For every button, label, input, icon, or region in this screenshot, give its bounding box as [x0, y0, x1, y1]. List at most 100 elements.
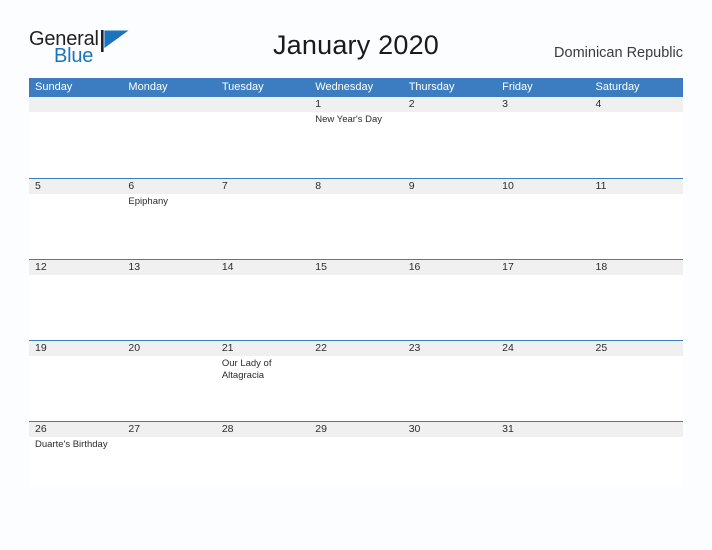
- calendar-day-cell[interactable]: 3: [496, 97, 590, 178]
- calendar-day-cell[interactable]: 17: [496, 260, 590, 340]
- calendar-day-cell[interactable]: 25: [589, 341, 683, 421]
- day-number-band: 30: [402, 422, 497, 437]
- calendar-day-cell[interactable]: 8: [309, 179, 403, 259]
- day-number-band: 18: [589, 260, 683, 275]
- day-number: 22: [315, 342, 327, 354]
- day-number-band: 14: [215, 260, 310, 275]
- day-number-band: [215, 97, 310, 112]
- day-number: 27: [128, 423, 141, 435]
- calendar-day-cell[interactable]: 28: [215, 422, 310, 487]
- day-number: 3: [502, 98, 508, 110]
- day-number: 23: [408, 342, 421, 354]
- day-number: 6: [128, 180, 135, 192]
- day-number-band: 17: [496, 260, 590, 275]
- day-number-band: 26: [29, 422, 123, 437]
- day-number: 5: [35, 180, 41, 192]
- calendar-day-cell[interactable]: 31: [496, 422, 590, 487]
- calendar-day-cell[interactable]: 5: [29, 179, 123, 259]
- calendar-day-cell[interactable]: 20: [122, 341, 216, 421]
- calendar-day-cell[interactable]: 16: [402, 260, 497, 340]
- day-number: 10: [502, 180, 514, 192]
- day-number: 26: [35, 423, 47, 435]
- day-number: 31: [502, 423, 514, 435]
- calendar-day-cell[interactable]: [215, 97, 310, 178]
- day-number: 25: [595, 342, 608, 354]
- calendar-day-cell[interactable]: 1 New Year's Day: [309, 97, 403, 178]
- day-number-band: 3: [496, 97, 590, 112]
- weekday-tuesday: Tuesday: [221, 81, 264, 93]
- calendar-week-row: 12 13 14 15 16 17 18: [29, 259, 683, 340]
- calendar-week-row: 1 New Year's Day 2 3 4: [29, 97, 683, 178]
- day-number-band: 25: [589, 341, 683, 356]
- day-number-band: 10: [496, 179, 590, 194]
- day-number: 4: [595, 98, 602, 110]
- day-number-band: 21: [215, 341, 310, 356]
- day-number-band: 13: [122, 260, 216, 275]
- day-number-band: 22: [309, 341, 403, 356]
- day-number-band: 16: [402, 260, 497, 275]
- day-number-band: 20: [122, 341, 216, 356]
- calendar-grid: Sunday Monday Tuesday Wednesday Thursday…: [29, 78, 683, 487]
- day-number: 16: [408, 261, 421, 273]
- weekday-sunday: Sunday: [35, 81, 73, 93]
- calendar-day-cell[interactable]: 13: [122, 260, 216, 340]
- calendar-weekday-header: Sunday Monday Tuesday Wednesday Thursday…: [29, 78, 683, 97]
- day-event: Duarte's Birthday: [35, 439, 108, 450]
- day-number-band: 23: [402, 341, 497, 356]
- weekday-thursday: Thursday: [408, 81, 455, 93]
- country-label: Dominican Republic: [554, 45, 683, 61]
- day-number: 18: [595, 261, 608, 273]
- day-number-band: 2: [402, 97, 497, 112]
- day-number-band: 7: [215, 179, 310, 194]
- day-number-band: 27: [122, 422, 216, 437]
- calendar-day-cell[interactable]: 10: [496, 179, 590, 259]
- calendar-day-cell[interactable]: 23: [402, 341, 497, 421]
- day-number-band: 4: [589, 97, 683, 112]
- calendar-day-cell[interactable]: 4: [589, 97, 683, 178]
- calendar-day-cell[interactable]: 29: [309, 422, 403, 487]
- calendar-day-cell[interactable]: 26 Duarte's Birthday: [29, 422, 123, 487]
- calendar-day-cell[interactable]: 22: [309, 341, 403, 421]
- day-number: 28: [221, 423, 234, 435]
- day-number: 12: [35, 261, 47, 273]
- day-number-band: 31: [496, 422, 590, 437]
- day-number: 30: [408, 423, 421, 435]
- calendar-day-cell[interactable]: 18: [589, 260, 683, 340]
- day-number-band: 9: [402, 179, 497, 194]
- calendar-day-cell[interactable]: [29, 97, 123, 178]
- calendar-day-cell[interactable]: 9: [402, 179, 497, 259]
- calendar-day-cell[interactable]: 14: [215, 260, 310, 340]
- calendar-page: General Blue January 2020 Dominican Repu…: [0, 0, 712, 550]
- day-number: 21: [221, 342, 234, 354]
- calendar-day-cell[interactable]: 27: [122, 422, 216, 487]
- calendar-day-cell[interactable]: 21 Our Lady of Altagracia: [215, 341, 310, 421]
- day-number-band: 8: [309, 179, 403, 194]
- day-number: 1: [315, 98, 322, 110]
- day-number-band: 6: [122, 179, 216, 194]
- day-number-band: 15: [309, 260, 403, 275]
- day-number: 11: [595, 180, 607, 192]
- calendar-day-cell[interactable]: 30: [402, 422, 497, 487]
- calendar-week-row: 19 20 21 Our Lady of Altagracia 22 23 24: [29, 340, 683, 421]
- day-number: 20: [128, 342, 141, 354]
- calendar-day-cell[interactable]: 24: [496, 341, 590, 421]
- day-number: 24: [502, 342, 514, 354]
- calendar-day-cell[interactable]: 19: [29, 341, 123, 421]
- day-number: 19: [35, 342, 47, 354]
- weekday-saturday: Saturday: [595, 81, 640, 93]
- calendar-day-cell[interactable]: 2: [402, 97, 497, 178]
- calendar-day-cell[interactable]: 15: [309, 260, 403, 340]
- calendar-day-cell[interactable]: [122, 97, 216, 178]
- calendar-day-cell[interactable]: 6 Epiphany: [122, 179, 216, 259]
- day-number: 29: [315, 423, 327, 435]
- calendar-day-cell[interactable]: 12: [29, 260, 123, 340]
- day-number-band: 11: [589, 179, 683, 194]
- day-number-band: 12: [29, 260, 123, 275]
- calendar-day-cell[interactable]: 7: [215, 179, 310, 259]
- calendar-day-cell[interactable]: 11: [589, 179, 683, 259]
- day-number: 7: [221, 180, 228, 192]
- calendar-day-cell[interactable]: [589, 422, 683, 487]
- day-number-band: [29, 97, 123, 112]
- day-event: Our Lady of Altagracia: [221, 358, 272, 381]
- day-number-band: 1: [309, 97, 403, 112]
